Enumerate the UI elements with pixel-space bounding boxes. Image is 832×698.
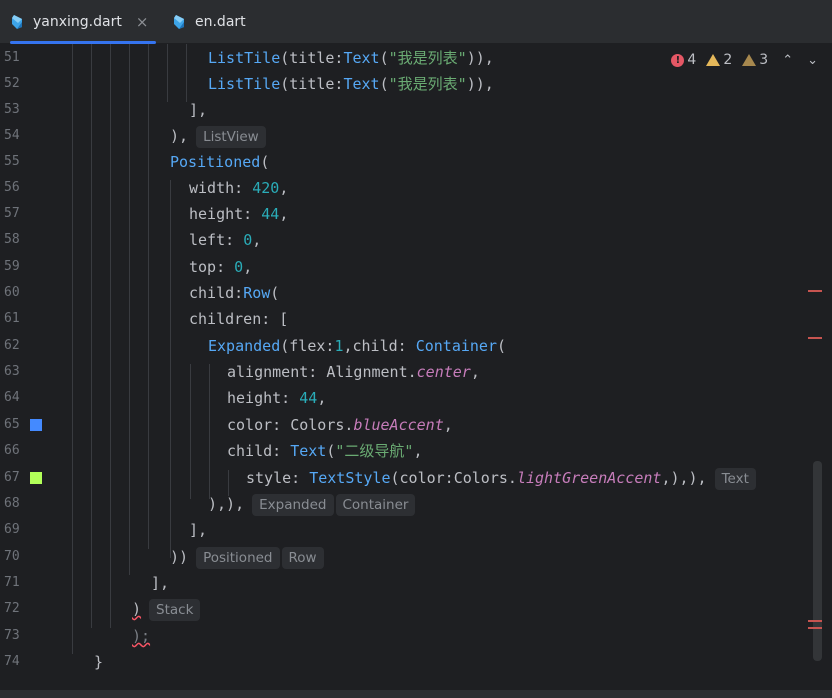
indent-guide xyxy=(190,364,191,499)
code-line-58: left: 0, xyxy=(189,231,262,249)
code-line-64: height: 44, xyxy=(227,389,327,407)
line-number: 61 xyxy=(4,311,20,326)
weak-warning-count[interactable]: 3 xyxy=(742,52,768,68)
inlay-hint-container[interactable]: Container xyxy=(335,493,416,516)
code-line-70: )) Positioned Row xyxy=(170,544,324,570)
inlay-hint-text[interactable]: Text xyxy=(714,467,756,490)
inspection-widget[interactable]: ! 4 2 3 ⌃ ⌄ xyxy=(671,52,818,68)
indent-guide xyxy=(110,44,111,628)
line-number: 64 xyxy=(4,390,20,405)
code-line-67: style: TextStyle(color:Colors.lightGreen… xyxy=(246,465,756,491)
line-number: 68 xyxy=(4,496,20,511)
bottom-status-strip xyxy=(0,690,832,698)
line-number: 55 xyxy=(4,154,20,169)
color-swatch-blue-accent[interactable] xyxy=(30,419,42,431)
indent-guide xyxy=(186,44,187,102)
error-stripe-marker[interactable] xyxy=(808,620,822,622)
error-count[interactable]: ! 4 xyxy=(671,52,696,68)
previous-highlight-icon[interactable]: ⌃ xyxy=(782,53,793,68)
inlay-hint-expanded[interactable]: Expanded xyxy=(252,493,334,516)
dart-file-icon xyxy=(174,15,184,29)
error-stripe-marker[interactable] xyxy=(808,627,822,629)
line-number: 57 xyxy=(4,206,20,221)
code-editor[interactable]: 51 52 53 54 55 56 57 58 59 60 61 62 63 6… xyxy=(0,44,832,698)
vertical-scrollbar[interactable] xyxy=(813,461,822,661)
warning-count[interactable]: 2 xyxy=(706,52,732,68)
line-number: 53 xyxy=(4,102,20,117)
code-line-61: children: [ xyxy=(189,310,289,328)
tab-yanxing-dart[interactable]: yanxing.dart × xyxy=(10,0,156,44)
indent-guide xyxy=(170,180,171,558)
line-number: 72 xyxy=(4,601,20,616)
tab-label: yanxing.dart xyxy=(33,14,122,30)
code-line-69: ], xyxy=(189,521,208,539)
error-icon: ! xyxy=(671,53,685,67)
inlay-hint-stack[interactable]: Stack xyxy=(149,598,201,621)
color-swatch-light-green-accent[interactable] xyxy=(30,472,42,484)
code-line-62: Expanded(flex:1,child: Container( xyxy=(208,337,507,355)
line-number: 63 xyxy=(4,364,20,379)
code-line-63: alignment: Alignment.center, xyxy=(227,363,480,381)
code-line-56: width: 420, xyxy=(189,179,289,197)
code-line-72: ) Stack xyxy=(132,596,201,622)
code-line-55: Positioned( xyxy=(170,153,270,171)
error-stripe-marker[interactable] xyxy=(808,337,822,339)
next-highlight-icon[interactable]: ⌄ xyxy=(807,53,818,68)
indent-guide xyxy=(91,44,92,628)
indent-guide xyxy=(129,44,130,575)
line-number: 59 xyxy=(4,259,20,274)
inlay-hint-positioned[interactable]: Positioned xyxy=(196,546,280,569)
line-number: 73 xyxy=(4,628,20,643)
indent-guide xyxy=(148,44,149,549)
code-line-51: ListTile(title:Text("我是列表")), xyxy=(208,49,494,67)
code-line-66: child: Text("二级导航", xyxy=(227,442,423,460)
code-line-59: top: 0, xyxy=(189,258,253,276)
tab-label: en.dart xyxy=(195,14,246,30)
line-number: 56 xyxy=(4,180,20,195)
line-number: 51 xyxy=(4,50,20,65)
line-number: 60 xyxy=(4,285,20,300)
line-number: 74 xyxy=(4,654,20,669)
code-line-73: ); xyxy=(132,627,151,645)
line-number: 66 xyxy=(4,443,20,458)
code-line-71: ], xyxy=(151,574,170,592)
line-number: 71 xyxy=(4,575,20,590)
indent-guide xyxy=(209,364,210,499)
line-number: 69 xyxy=(4,522,20,537)
code-line-52: ListTile(title:Text("我是列表")), xyxy=(208,75,494,93)
dart-file-icon xyxy=(12,15,22,29)
error-stripe-marker[interactable] xyxy=(808,290,822,292)
code-area[interactable]: ListTile(title:Text("我是列表")), ListTile(t… xyxy=(60,44,812,698)
code-line-60: child:Row( xyxy=(189,284,280,302)
tab-en-dart[interactable]: en.dart xyxy=(172,0,246,44)
indent-guide xyxy=(167,44,168,102)
warning-icon xyxy=(706,54,721,66)
code-line-74: } xyxy=(94,653,104,671)
inlay-hint-listview[interactable]: ListView xyxy=(196,125,266,148)
weak-warning-icon xyxy=(742,54,757,66)
line-number: 62 xyxy=(4,338,20,353)
line-number: 70 xyxy=(4,549,20,564)
line-number: 54 xyxy=(4,128,20,143)
code-line-54: ), ListView xyxy=(170,123,266,149)
code-line-53: ], xyxy=(189,101,208,119)
line-number-gutter: 51 52 53 54 55 56 57 58 59 60 61 62 63 6… xyxy=(0,44,60,698)
code-line-68: ),), Expanded Container xyxy=(208,491,416,517)
indent-guide xyxy=(72,44,73,654)
inlay-hint-row[interactable]: Row xyxy=(281,546,324,569)
line-number: 52 xyxy=(4,76,20,91)
code-line-57: height: 44, xyxy=(189,205,289,223)
code-line-65: color: Colors.blueAccent, xyxy=(227,416,453,434)
editor-tab-bar: yanxing.dart × en.dart xyxy=(0,0,832,44)
line-number: 58 xyxy=(4,232,20,247)
close-tab-icon[interactable]: × xyxy=(136,13,149,31)
